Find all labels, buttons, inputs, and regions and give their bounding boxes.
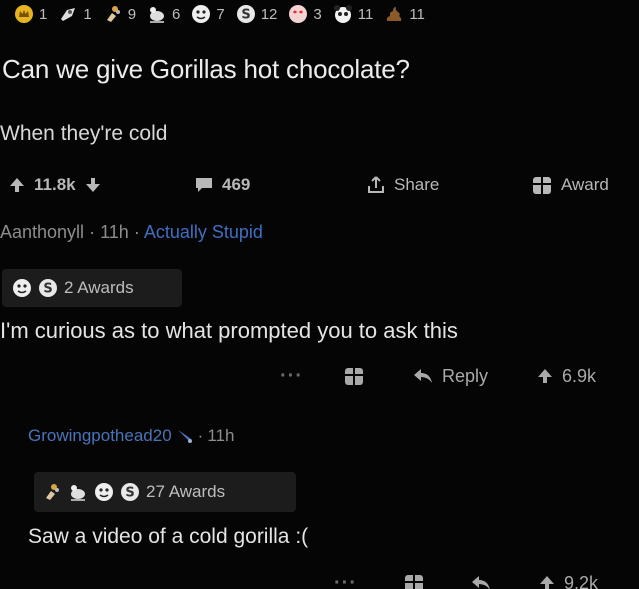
gift-icon [343, 365, 365, 387]
more-dots-icon: ··· [334, 571, 357, 589]
award-count: 9 [127, 5, 137, 23]
silver-s-icon: S [236, 4, 256, 24]
user-flair: Actually Stupid [143, 222, 263, 242]
reply-awards-label: 27 Awards [146, 482, 226, 501]
heart-eyes-icon [288, 4, 308, 24]
award-silver[interactable]: S 12 [236, 4, 278, 24]
reply-text: Saw a video of a cold gorilla :( [28, 525, 309, 548]
downvote-icon[interactable] [84, 176, 102, 194]
face-award-icon [191, 4, 211, 24]
comment-text: I'm curious as to what prompted you to a… [0, 318, 458, 343]
comment-bubble-icon [194, 176, 214, 194]
reply-vote-group: 9.2k [538, 568, 598, 589]
award-count: 11 [409, 5, 425, 23]
award-count: 12 [260, 5, 278, 23]
face-award-icon [94, 482, 114, 502]
silver-s-icon: S [120, 482, 140, 502]
pigeon-icon [68, 482, 88, 502]
award-button[interactable]: Award [531, 174, 609, 196]
reply-arrow-icon [412, 367, 434, 385]
reply-upvote-count: 9.2k [564, 572, 599, 589]
post-action-bar: 11.8k 469 Share Award [0, 170, 639, 200]
award-hand-bouquet[interactable]: 9 [103, 4, 136, 24]
mod-sword-icon [176, 428, 194, 444]
award-gold[interactable]: 1 [14, 4, 47, 24]
upvote-icon[interactable] [538, 574, 556, 589]
more-options-button[interactable]: ··· [280, 361, 303, 391]
reply-meta: Growingpothead20 · 11h [28, 426, 234, 446]
pigeon-icon [147, 4, 167, 24]
award-count: 7 [216, 5, 225, 23]
hand-bouquet-icon [103, 4, 123, 24]
award-heart-eyes[interactable]: 3 [288, 4, 322, 24]
reddit-post-screenshot: 1 1 9 6 7 S 12 3 11 11 Can we give Goril… [0, 0, 639, 589]
comment-award-button[interactable] [343, 361, 365, 391]
reply-reply-button[interactable] [470, 568, 492, 589]
post-awards-row[interactable]: 1 1 9 6 7 S 12 3 11 11 [14, 2, 425, 26]
more-dots-icon: ··· [280, 364, 303, 387]
upvote-icon[interactable] [8, 176, 26, 194]
reply-time: 11h [207, 426, 235, 445]
hand-bouquet-icon [42, 482, 62, 502]
svg-text:S: S [43, 282, 52, 297]
comment-meta: Aanthonyll · 11h · Actually Stupid [0, 222, 263, 243]
gift-icon [403, 572, 425, 589]
meta-separator: · [133, 222, 140, 242]
award-count: 11 [357, 5, 374, 23]
rocket-like-icon [58, 4, 78, 24]
reply-awards-box[interactable]: S 27 Awards [34, 472, 296, 512]
meta-separator: · [197, 426, 204, 445]
svg-text:S: S [241, 8, 250, 23]
award-rocket[interactable]: 1 [58, 4, 92, 24]
svg-text:S: S [125, 486, 134, 501]
post-upvote-count: 11.8k [34, 175, 76, 194]
reply-action-bar: ··· 9.2k [0, 568, 639, 589]
gift-icon [531, 174, 553, 196]
comment-awards-label: 2 Awards [64, 278, 134, 297]
award-label: Award [561, 175, 609, 194]
comment-count: 469 [222, 175, 251, 194]
award-poop[interactable]: 11 [384, 4, 425, 24]
award-count: 1 [39, 5, 48, 23]
upvote-icon[interactable] [536, 367, 554, 385]
comment-vote-group: 6.9k [536, 361, 596, 391]
reply-award-button[interactable] [403, 568, 425, 589]
award-count: 6 [172, 5, 181, 23]
reply-arrow-icon [470, 574, 492, 589]
comment-action-bar: ··· Reply 6.9k [0, 361, 639, 391]
comments-button[interactable]: 469 [194, 175, 250, 195]
meta-separator: · [89, 222, 96, 242]
face-award-icon [12, 278, 32, 298]
share-button[interactable]: Share [366, 175, 439, 195]
award-pigeon[interactable]: 6 [147, 4, 180, 24]
reply-button[interactable]: Reply [412, 361, 488, 391]
poop-icon [384, 4, 404, 24]
award-count: 1 [83, 5, 92, 23]
award-face[interactable]: 7 [191, 4, 225, 24]
post-title: Can we give Gorillas hot chocolate? [2, 54, 410, 84]
reply-more-options-button[interactable]: ··· [334, 568, 357, 589]
comment-upvote-count: 6.9k [562, 365, 597, 386]
gold-crown-icon [14, 4, 34, 24]
comment-awards-box[interactable]: S 2 Awards [2, 269, 182, 307]
reply-author[interactable]: Growingpothead20 [28, 426, 172, 446]
award-panda[interactable]: 11 [333, 4, 374, 24]
reply-label: Reply [442, 365, 489, 386]
silver-s-icon: S [38, 278, 58, 298]
share-icon [366, 175, 386, 195]
panda-icon [333, 4, 353, 24]
award-count: 3 [313, 5, 322, 23]
share-label: Share [394, 175, 440, 194]
post-body: When they're cold [0, 122, 168, 145]
comment-time: 11h [100, 222, 129, 242]
comment-author[interactable]: Aanthonyll [0, 222, 84, 242]
vote-group: 11.8k [8, 175, 102, 195]
